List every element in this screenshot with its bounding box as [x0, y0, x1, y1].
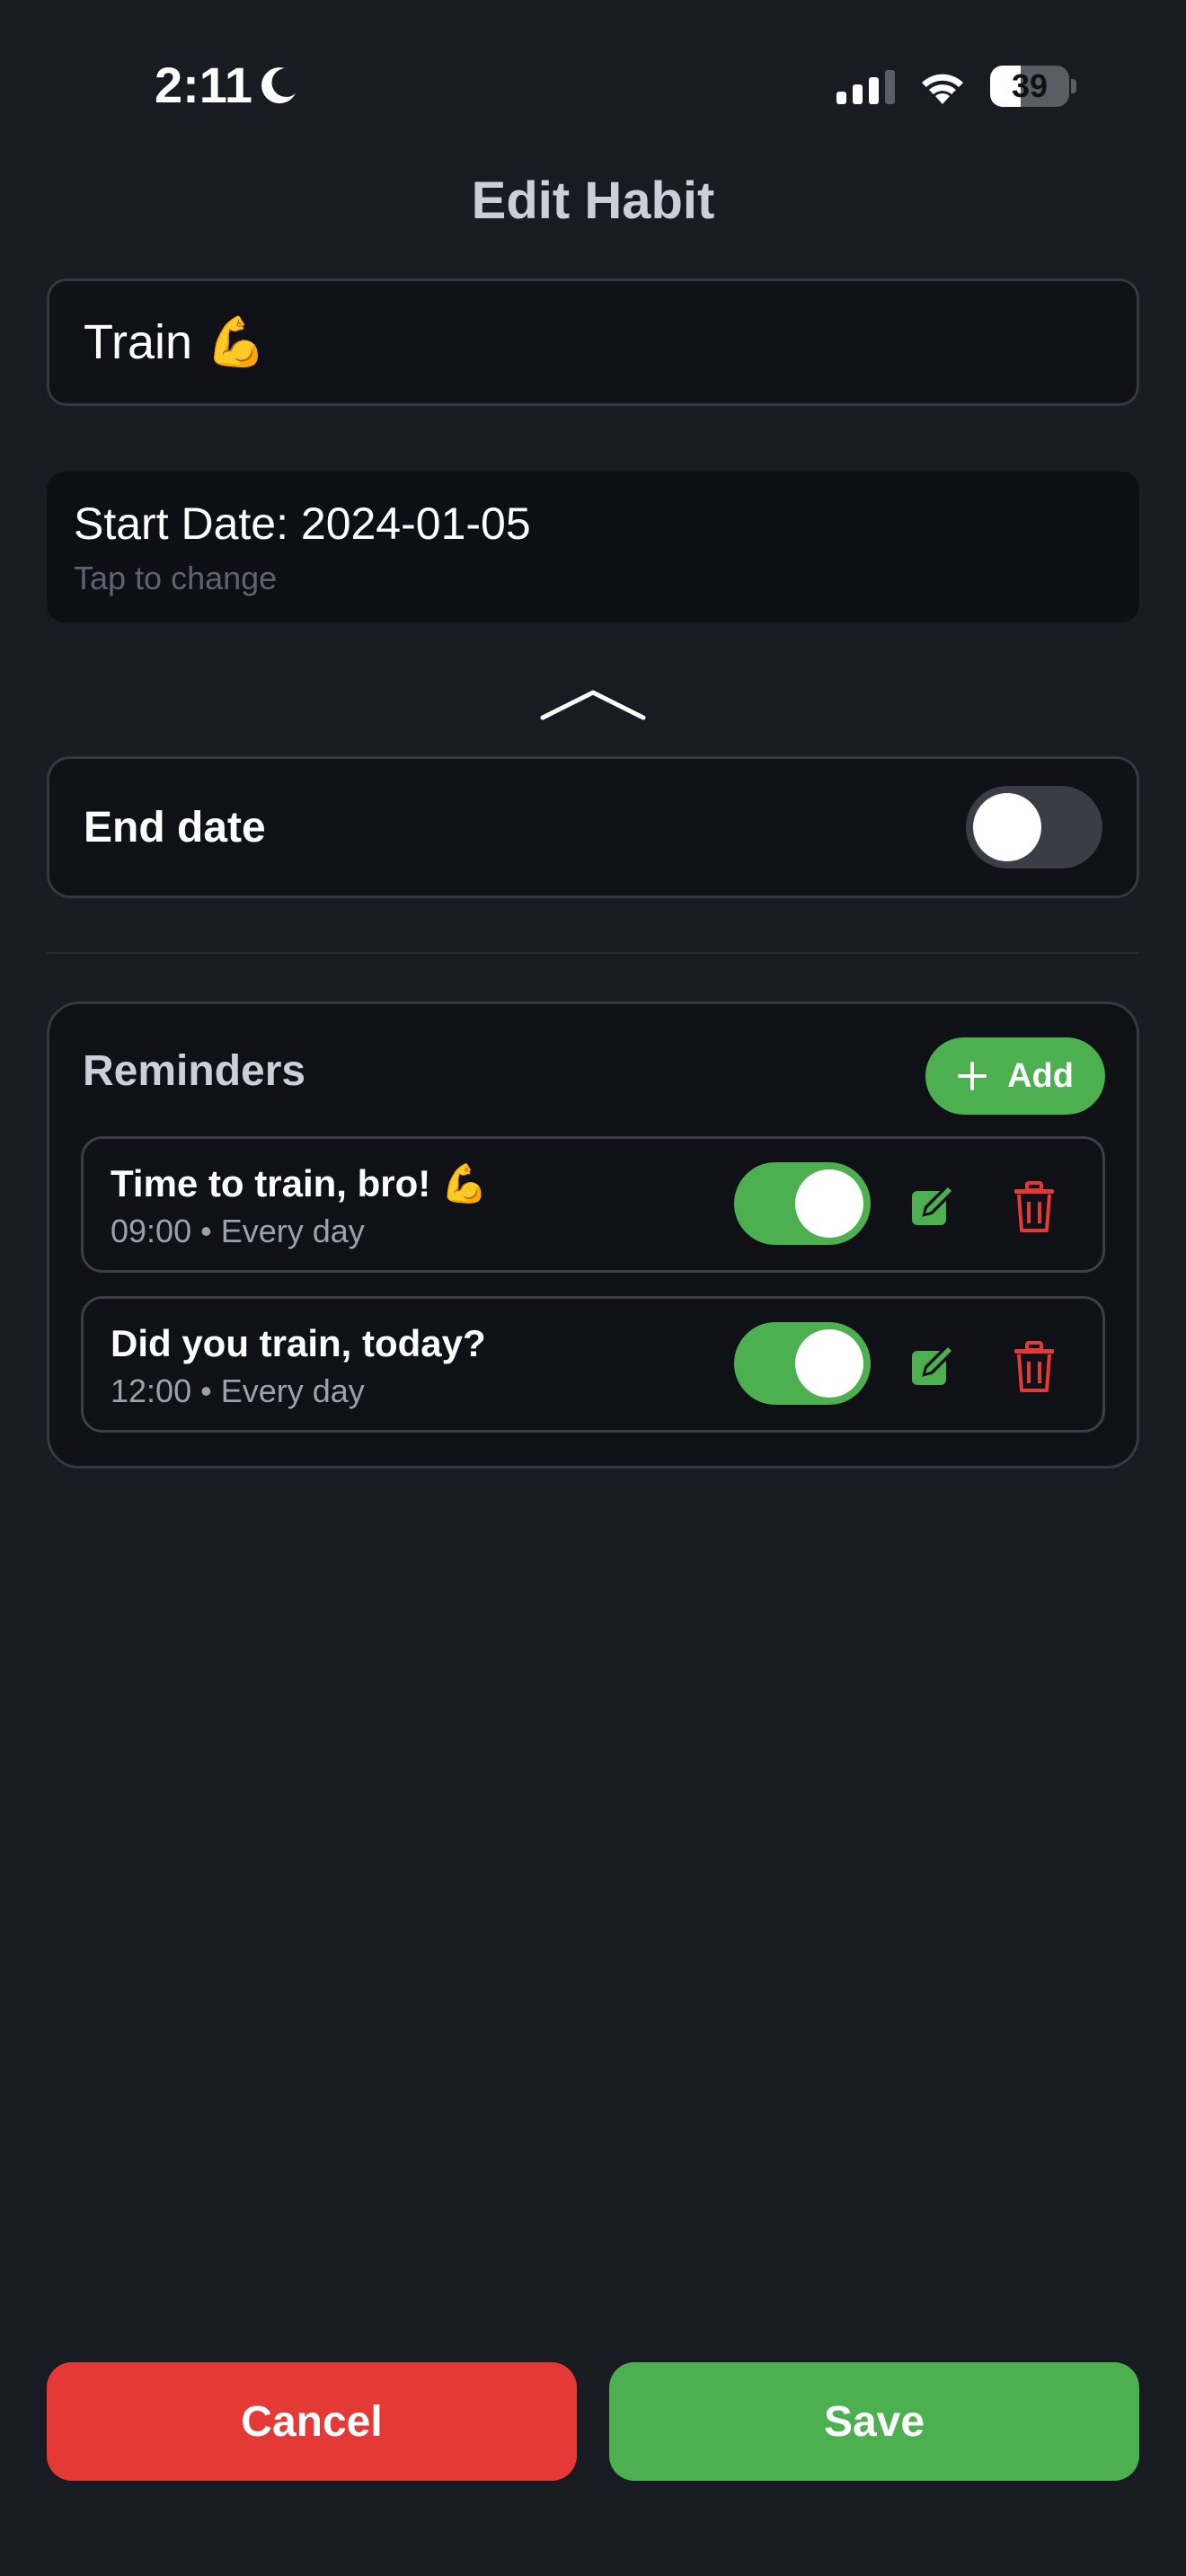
end-date-label: End date [84, 803, 266, 851]
page-title: Edit Habit [471, 172, 715, 230]
toggle-knob [973, 793, 1041, 861]
start-date-hint: Tap to change [74, 560, 278, 596]
moon-icon [261, 67, 296, 104]
trash-icon[interactable] [1011, 1180, 1058, 1234]
battery-icon: 39 [990, 66, 1069, 107]
chevron-up-icon[interactable] [539, 687, 647, 723]
battery-cap [1071, 79, 1076, 93]
add-reminder-label: Add [1007, 1056, 1074, 1095]
plus-icon [958, 1062, 987, 1090]
toggle-knob [795, 1169, 863, 1238]
save-button[interactable]: Save [609, 2362, 1139, 2481]
edit-icon[interactable] [908, 1342, 959, 1392]
reminders-title: Reminders [83, 1047, 306, 1095]
habit-name-value: Train 💪 [84, 314, 267, 369]
add-reminder-button[interactable]: Add [925, 1037, 1105, 1115]
cancel-label: Cancel [241, 2397, 383, 2446]
habit-name-input[interactable]: Train 💪 [47, 278, 1139, 406]
trash-icon[interactable] [1011, 1340, 1058, 1394]
signal-icon [836, 68, 895, 104]
cancel-button[interactable]: Cancel [47, 2362, 577, 2481]
status-time-text: 2:11 [155, 57, 252, 113]
reminder-schedule: 09:00 • Every day [111, 1213, 365, 1249]
reminder-title: Did you train, today? [111, 1322, 486, 1364]
wifi-icon [922, 74, 963, 104]
reminder-schedule: 12:00 • Every day [111, 1372, 365, 1409]
status-time: 2:11 [155, 54, 299, 117]
status-indicators: 39 [836, 63, 1076, 110]
save-label: Save [823, 2397, 925, 2446]
reminder-title: Time to train, bro! 💪 [111, 1162, 489, 1204]
battery-percent: 39 [1011, 67, 1049, 104]
divider [47, 952, 1139, 954]
start-date-label: Start Date: 2024-01-05 [74, 498, 531, 549]
end-date-toggle[interactable] [966, 786, 1102, 869]
reminder-text: Did you train, today? 12:00 • Every day [111, 1320, 486, 1410]
reminder-toggle[interactable] [734, 1322, 871, 1405]
reminder-text: Time to train, bro! 💪 09:00 • Every day [111, 1160, 488, 1250]
end-date-row: End date [47, 756, 1139, 898]
reminder-item[interactable]: Did you train, today? 12:00 • Every day [81, 1296, 1105, 1433]
edit-icon[interactable] [908, 1182, 959, 1232]
reminder-toggle[interactable] [734, 1162, 871, 1245]
reminder-item[interactable]: Time to train, bro! 💪 09:00 • Every day [81, 1136, 1105, 1273]
start-date-picker[interactable]: Start Date: 2024-01-05 Tap to change [47, 472, 1139, 622]
toggle-knob [795, 1329, 863, 1398]
